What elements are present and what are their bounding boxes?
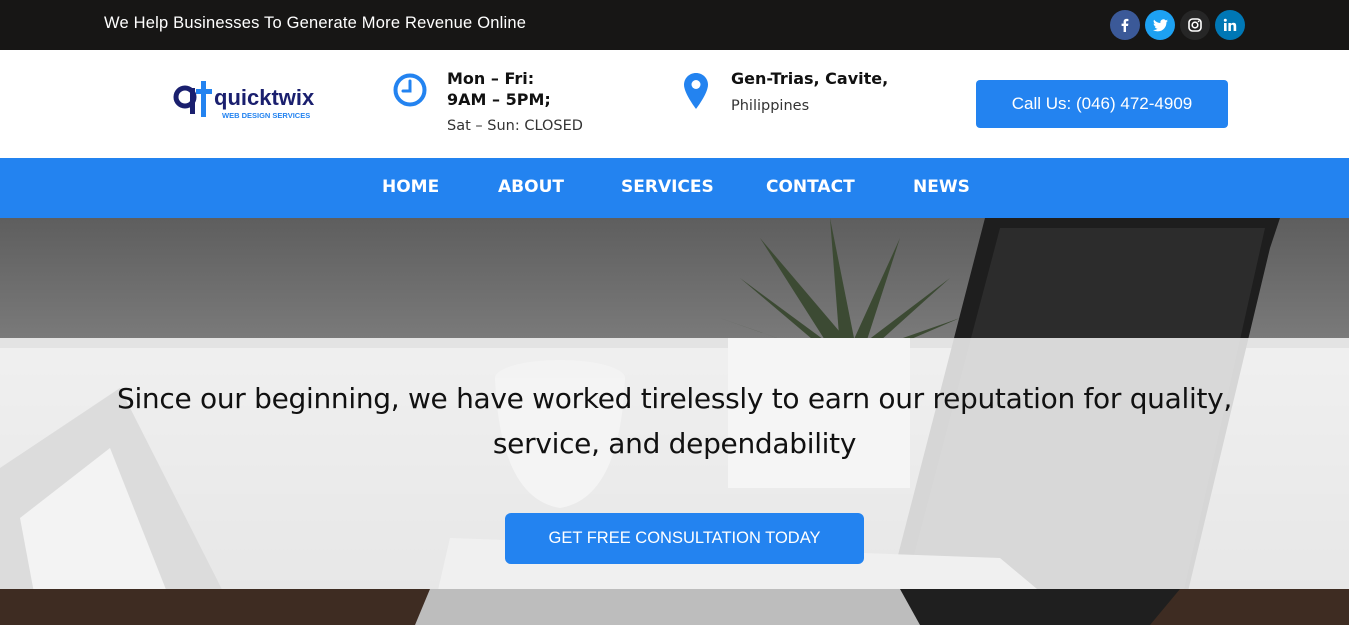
hours-weekend: Sat – Sun: CLOSED xyxy=(447,118,583,134)
nav-item-about[interactable]: ABOUT xyxy=(498,177,564,197)
nav-item-home[interactable]: HOME xyxy=(382,177,439,197)
main-nav: HOME ABOUT SERVICES CONTACT NEWS xyxy=(0,158,1349,218)
hours-time: 9AM – 5PM; xyxy=(447,90,551,109)
location-city: Gen-Trias, Cavite, xyxy=(731,69,889,88)
nav-item-services[interactable]: SERVICES xyxy=(621,177,714,197)
clock-icon xyxy=(392,72,428,113)
map-pin-icon xyxy=(683,72,709,115)
hero-section: Since our beginning, we have worked tire… xyxy=(0,218,1349,625)
instagram-icon[interactable] xyxy=(1180,10,1210,40)
twitter-icon[interactable] xyxy=(1145,10,1175,40)
logo-wordmark: quicktwix xyxy=(214,85,315,110)
hero-heading-line-1: Since our beginning, we have worked tire… xyxy=(116,382,1232,415)
top-bar: We Help Businesses To Generate More Reve… xyxy=(0,0,1349,50)
linkedin-icon[interactable] xyxy=(1215,10,1245,40)
location-country: Philippines xyxy=(731,98,810,114)
call-us-button[interactable]: Call Us: (046) 472-4909 xyxy=(976,80,1228,128)
hours-weekday: Mon – Fri: xyxy=(447,69,535,88)
tagline: We Help Businesses To Generate More Reve… xyxy=(104,14,527,32)
facebook-icon[interactable] xyxy=(1110,10,1140,40)
free-consultation-button[interactable]: GET FREE CONSULTATION TODAY xyxy=(505,513,864,564)
hero-heading: Since our beginning, we have worked tire… xyxy=(0,376,1349,466)
nav-item-news[interactable]: NEWS xyxy=(913,177,970,197)
quicktwix-logo[interactable]: quicktwix WEB DESIGN SERVICES xyxy=(172,77,322,129)
site-header: quicktwix WEB DESIGN SERVICES Mon – Fri:… xyxy=(0,50,1349,158)
nav-item-contact[interactable]: CONTACT xyxy=(766,177,855,197)
svg-text:WEB DESIGN SERVICES: WEB DESIGN SERVICES xyxy=(222,111,310,120)
hero-heading-line-2: service, and dependability xyxy=(492,427,857,460)
